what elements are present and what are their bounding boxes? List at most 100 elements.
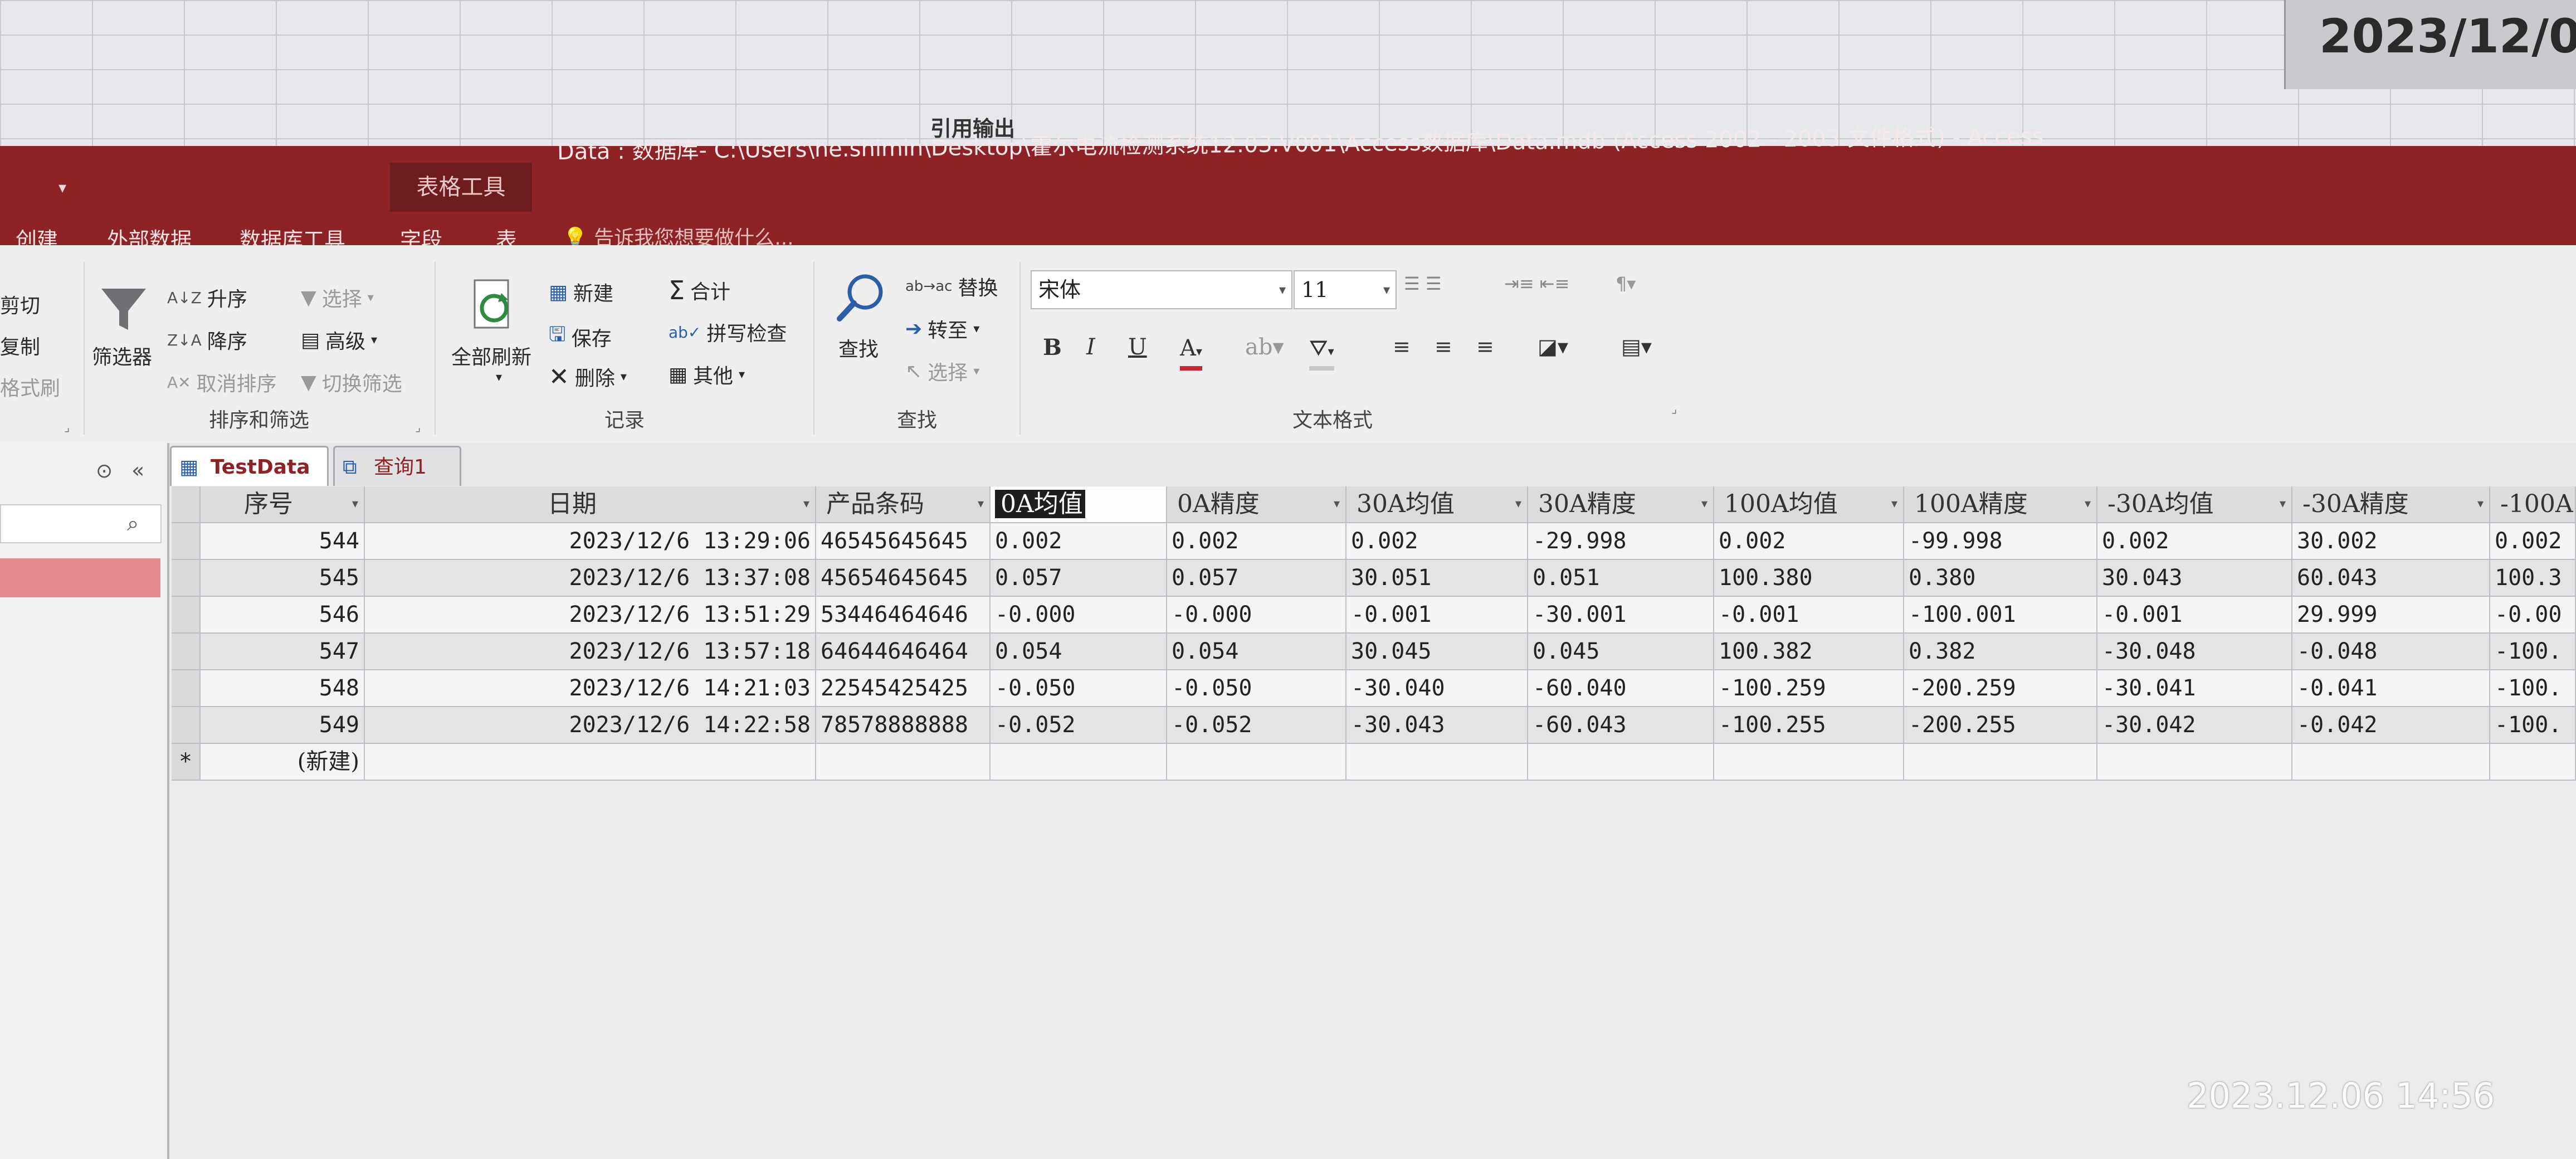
table-cell[interactable]: 30.051	[1346, 560, 1528, 597]
replace-button[interactable]: ab→ac 替换	[905, 272, 998, 301]
table-cell[interactable]	[1167, 744, 1346, 781]
spelling-button[interactable]: ab✓ 拼写检查	[669, 318, 787, 347]
new-row-label[interactable]: (新建)	[201, 744, 365, 781]
cut-button[interactable]: 剪切	[0, 290, 40, 319]
table-cell[interactable]: 544	[201, 523, 365, 560]
quick-access-dropdown-icon[interactable]: ▾	[58, 178, 66, 197]
table-cell[interactable]: 0.054	[1167, 634, 1346, 670]
table-cell[interactable]: -0.042	[2292, 707, 2490, 744]
find-button[interactable]: 查找	[838, 333, 879, 362]
totals-button[interactable]: Σ 合计	[669, 275, 730, 305]
column-header[interactable]: 序号 ▾	[201, 486, 365, 523]
table-cell[interactable]: -0.050	[1167, 670, 1346, 707]
nav-search-icon[interactable]: ⌕	[127, 511, 139, 536]
text-format-launcher-icon[interactable]: ⌟	[1671, 402, 1677, 416]
table-cell[interactable]: -100.	[2490, 707, 2576, 744]
table-cell[interactable]: 0.002	[991, 523, 1167, 560]
bold-button[interactable]: B	[1043, 334, 1062, 361]
table-cell[interactable]: 2023/12/6 13:57:18	[365, 634, 816, 670]
column-header[interactable]: 产品条码 ▾	[816, 486, 991, 523]
table-cell[interactable]: 30.045	[1346, 634, 1528, 670]
table-cell[interactable]: -0.00	[2490, 597, 2576, 634]
row-selector[interactable]	[172, 560, 201, 597]
format-painter-button[interactable]: 格式刷	[0, 372, 60, 401]
table-cell[interactable]: 2023/12/6 13:37:08	[365, 560, 816, 597]
table-cell[interactable]: -30.048	[2097, 634, 2292, 670]
column-header[interactable]: 30A精度 ▾	[1528, 486, 1714, 523]
filter-button[interactable]: 筛选器	[92, 341, 152, 370]
table-cell[interactable]: -30.041	[2097, 670, 2292, 707]
table-cell[interactable]: 100.382	[1714, 634, 1904, 670]
table-cell[interactable]: -100.001	[1904, 597, 2097, 634]
table-cell[interactable]: 29.999	[2292, 597, 2490, 634]
table-cell[interactable]	[2292, 744, 2490, 781]
table-cell[interactable]: -30.042	[2097, 707, 2292, 744]
table-cell[interactable]: 30.002	[2292, 523, 2490, 560]
underline-button[interactable]: U	[1128, 334, 1147, 360]
column-filter-dropdown-icon[interactable]: ▾	[1515, 486, 1521, 522]
table-cell[interactable]: 0.002	[2490, 523, 2576, 560]
advanced-filter-button[interactable]: ▤ 高级 ▾	[301, 325, 377, 354]
align-right-icon[interactable]: ≡	[1476, 334, 1494, 359]
nav-selected-item[interactable]	[0, 558, 160, 597]
selection-filter-button[interactable]: ▼ 选择 ▾	[301, 283, 374, 312]
column-header[interactable]: 100A精度 ▾	[1904, 486, 2097, 523]
table-cell[interactable]: 45654645645	[816, 560, 991, 597]
table-cell[interactable]	[1714, 744, 1904, 781]
table-cell[interactable]	[365, 744, 816, 781]
select-button[interactable]: ↖ 选择 ▾	[905, 357, 979, 386]
save-record-button[interactable]: 🖫 保存	[549, 320, 612, 354]
table-cell[interactable]: 0.002	[1346, 523, 1528, 560]
table-cell[interactable]: -30.040	[1346, 670, 1528, 707]
select-all-corner[interactable]	[172, 486, 201, 523]
column-filter-dropdown-icon[interactable]: ▾	[978, 486, 984, 522]
table-cell[interactable]: 0.054	[991, 634, 1167, 670]
row-selector[interactable]	[172, 634, 201, 670]
goto-button[interactable]: ➔ 转至 ▾	[905, 314, 979, 343]
table-cell[interactable]: 64644646464	[816, 634, 991, 670]
sort-descending-button[interactable]: Z↓A 降序	[167, 325, 247, 354]
table-cell[interactable]: -0.000	[991, 597, 1167, 634]
font-name-select[interactable]: 宋体 ▾	[1031, 270, 1292, 309]
column-header[interactable]: -30A均值 ▾	[2097, 486, 2292, 523]
italic-button[interactable]: I	[1086, 334, 1095, 360]
table-cell[interactable]: -0.001	[2097, 597, 2292, 634]
table-cell[interactable]: 30.043	[2097, 560, 2292, 597]
delete-record-button[interactable]: ✕ 删除 ▾	[549, 362, 627, 391]
column-filter-dropdown-icon[interactable]: ▾	[2085, 486, 2091, 522]
table-cell[interactable]: 0.002	[1167, 523, 1346, 560]
row-selector[interactable]	[172, 670, 201, 707]
table-cell[interactable]: -0.001	[1346, 597, 1528, 634]
table-cell[interactable]: -0.050	[991, 670, 1167, 707]
table-cell[interactable]	[2490, 744, 2576, 781]
table-cell[interactable]	[2097, 744, 2292, 781]
table-cell[interactable]: 53446464646	[816, 597, 991, 634]
highlight-color-icon[interactable]: ab▾	[1245, 334, 1284, 360]
table-cell[interactable]: 0.002	[2097, 523, 2292, 560]
nav-dropdown-icon[interactable]: ⊙	[96, 460, 113, 483]
table-cell[interactable]: -60.040	[1528, 670, 1714, 707]
table-cell[interactable]: -0.052	[991, 707, 1167, 744]
collapse-pane-icon[interactable]: «	[131, 458, 144, 483]
table-cell[interactable]: -100.	[2490, 670, 2576, 707]
row-selector[interactable]	[172, 523, 201, 560]
table-cell[interactable]: 547	[201, 634, 365, 670]
table-cell[interactable]	[991, 744, 1167, 781]
table-cell[interactable]: 0.002	[1714, 523, 1904, 560]
table-cell[interactable]: -99.998	[1904, 523, 2097, 560]
table-cell[interactable]	[1346, 744, 1528, 781]
table-cell[interactable]: 0.057	[991, 560, 1167, 597]
table-cell[interactable]: -30.043	[1346, 707, 1528, 744]
table-cell[interactable]: 2023/12/6 13:29:06	[365, 523, 816, 560]
table-cell[interactable]	[816, 744, 991, 781]
table-cell[interactable]: 546	[201, 597, 365, 634]
table-cell[interactable]: 100.380	[1714, 560, 1904, 597]
table-cell[interactable]: -60.043	[1528, 707, 1714, 744]
more-records-button[interactable]: ▦ 其他 ▾	[669, 360, 745, 389]
table-cell[interactable]: -100.	[2490, 634, 2576, 670]
table-cell[interactable]: -100.255	[1714, 707, 1904, 744]
table-cell[interactable]: 2023/12/6 13:51:29	[365, 597, 816, 634]
table-cell[interactable]: 545	[201, 560, 365, 597]
table-cell[interactable]	[1904, 744, 2097, 781]
column-header[interactable]: -30A精度 ▾	[2292, 486, 2490, 523]
